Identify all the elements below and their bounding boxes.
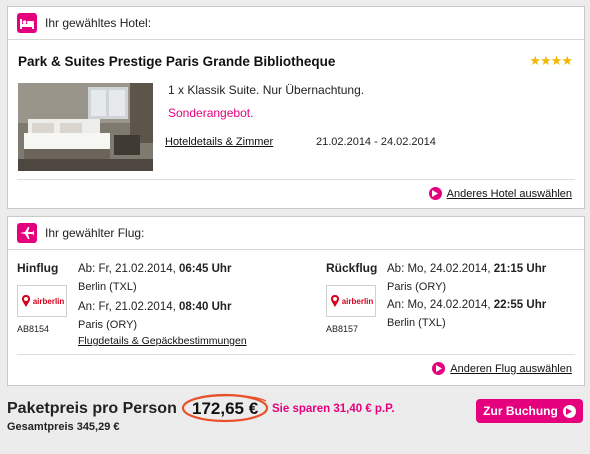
book-button-label: Zur Buchung (483, 404, 558, 418)
flight-header-title: Ihr gewählter Flug: (45, 226, 145, 240)
return-flight-number: AB8157 (326, 324, 359, 334)
total-price: Gesamtpreis 345,29 € (7, 421, 120, 433)
hotel-header-title: Ihr gewähltes Hotel: (45, 16, 152, 30)
return-arrival-airport: Berlin (TXL) (387, 317, 446, 329)
hotel-star-rating: ★★★★ (529, 53, 573, 68)
outbound-departure: Ab: Fr, 21.02.2014, 06:45 Uhr (78, 263, 232, 275)
hotel-stay-dates: 21.02.2014 - 24.02.2014 (316, 136, 436, 148)
package-price-value: 172,65 € (192, 399, 259, 418)
airline-logo-outbound: airberlin (17, 285, 67, 317)
flight-divider (17, 354, 575, 355)
savings-text: Sie sparen 31,40 € p.P. (272, 403, 395, 415)
airline-logo-return: airberlin (326, 285, 376, 317)
outbound-flight-number: AB8154 (17, 324, 50, 334)
hotel-room-photo (18, 83, 153, 171)
hotel-details-link[interactable]: Hoteldetails & Zimmer (165, 136, 273, 148)
flight-details-link[interactable]: Flugdetails & Gepäckbestimmungen (78, 335, 247, 347)
return-departure: Ab: Mo, 24.02.2014, 21:15 Uhr (387, 263, 547, 275)
hotel-header: Ihr gewähltes Hotel: (8, 7, 584, 40)
arrow-right-icon (562, 404, 576, 418)
change-hotel-label: Anderes Hotel auswählen (446, 187, 572, 200)
arrow-right-icon (432, 362, 446, 375)
outbound-arrival: An: Fr, 21.02.2014, 08:40 Uhr (78, 301, 232, 313)
return-arrival: An: Mo, 24.02.2014, 22:55 Uhr (387, 299, 547, 311)
hotel-divider (17, 179, 575, 180)
change-hotel-link[interactable]: Anderes Hotel auswählen (428, 187, 572, 200)
return-title: Rückflug (326, 261, 378, 275)
flight-section: Ihr gewählter Flug: Hinflug airberlin AB… (7, 216, 585, 386)
package-price-label: Paketpreis pro Person (7, 400, 177, 417)
book-button[interactable]: Zur Buchung (476, 399, 583, 423)
outbound-title: Hinflug (17, 261, 59, 275)
airplane-icon (17, 223, 37, 243)
hotel-name: Park & Suites Prestige Paris Grande Bibl… (18, 54, 336, 69)
flight-header: Ihr gewählter Flug: (8, 217, 584, 250)
outbound-departure-airport: Berlin (TXL) (78, 281, 137, 293)
arrow-right-icon (428, 187, 442, 200)
change-flight-label: Anderen Flug auswählen (450, 362, 572, 375)
outbound-arrival-airport: Paris (ORY) (78, 319, 138, 331)
room-description: 1 x Klassik Suite. Nur Übernachtung. (168, 83, 365, 97)
return-departure-airport: Paris (ORY) (387, 281, 447, 293)
special-offer-label: Sonderangebot. (168, 106, 254, 120)
hotel-section: Ihr gewähltes Hotel: Park & Suites Prest… (7, 6, 585, 209)
bed-icon (17, 13, 37, 33)
change-flight-link[interactable]: Anderen Flug auswählen (432, 362, 572, 375)
